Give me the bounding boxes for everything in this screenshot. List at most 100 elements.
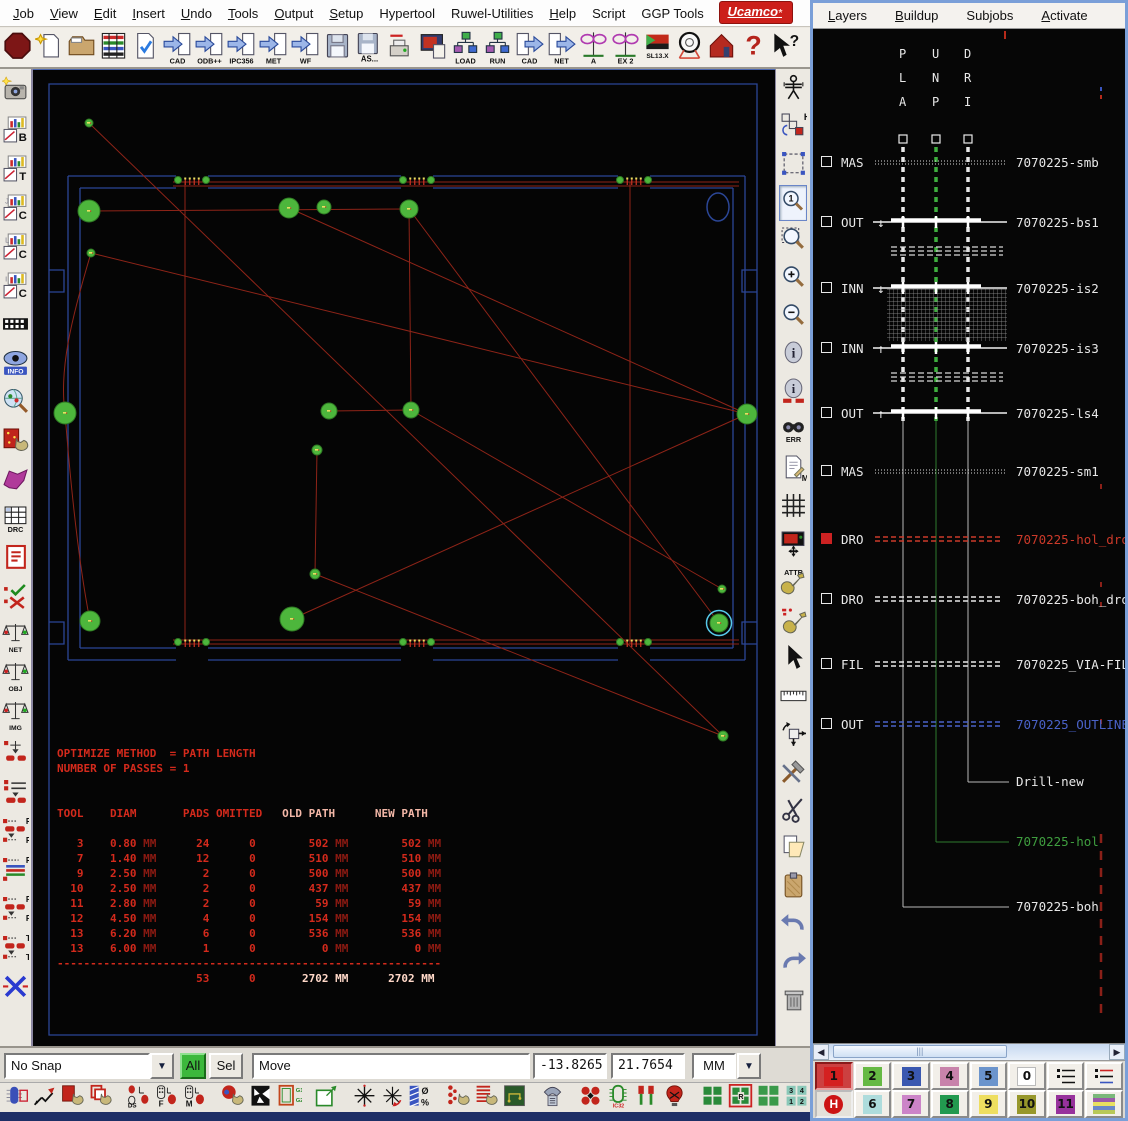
layer-checkbox[interactable] [821, 216, 832, 227]
fix-dots-icon[interactable] [445, 1083, 472, 1112]
layer-row-7070225-ls4[interactable]: OUT↑7070225-ls4 [813, 406, 1125, 422]
layer-name[interactable]: 7070225-sm1 [1016, 464, 1099, 479]
build-tools-icon[interactable] [779, 755, 807, 791]
attributes-edit-icon[interactable] [779, 603, 807, 639]
history-icon[interactable]: H [779, 109, 807, 145]
import-wf-icon[interactable]: WF [290, 30, 321, 66]
palette-color-10-button[interactable]: 10 [1008, 1090, 1046, 1118]
layer-checkbox[interactable] [821, 533, 832, 544]
sl13x-icon[interactable]: SL13.X [642, 30, 673, 66]
save-job-icon[interactable] [322, 30, 353, 66]
fix-red-2-icon[interactable] [87, 1083, 114, 1112]
check-job-icon[interactable] [130, 30, 161, 66]
scroll-track[interactable] [829, 1044, 1109, 1060]
import-odb-icon[interactable]: ODB++ [194, 30, 225, 66]
export-cad-icon[interactable]: CAD [514, 30, 545, 66]
cursor-y-field[interactable]: 21.7654 [611, 1053, 685, 1079]
board-g1g2-icon[interactable]: G1G2 [275, 1083, 302, 1112]
palette-color-2-button[interactable]: 2 [854, 1062, 892, 1090]
query-info-icon[interactable]: i [779, 337, 807, 373]
stop-job-icon[interactable] [2, 30, 33, 66]
layers-hscrollbar[interactable]: ◀ ▶ [813, 1043, 1125, 1060]
fix-red-1-icon[interactable] [59, 1083, 86, 1112]
import-met-icon[interactable]: MET [258, 30, 289, 66]
layer-checkbox[interactable] [821, 593, 832, 604]
layer-name[interactable]: 7070225-boh_dro [1016, 592, 1125, 607]
undo-icon[interactable] [779, 907, 807, 943]
palette-color-6-button[interactable]: 6 [854, 1090, 892, 1118]
layer-checkbox[interactable] [821, 156, 832, 167]
board-grid-icon[interactable] [501, 1083, 528, 1112]
layer-name[interactable]: 7070225_VIA-FIL [1016, 657, 1125, 672]
snapshot-camera-icon[interactable] [2, 73, 30, 109]
import-ipc356-icon[interactable]: IPC356 [226, 30, 257, 66]
route-r2-icon[interactable]: R [2, 853, 30, 889]
pads-m-icon[interactable]: M [181, 1083, 208, 1112]
scroll-right-button[interactable]: ▶ [1109, 1044, 1125, 1060]
context-help-icon[interactable]: ? [770, 30, 801, 66]
route-r1-icon[interactable]: RR [2, 814, 30, 850]
home-icon[interactable] [706, 30, 737, 66]
label-printer-icon[interactable] [386, 30, 417, 66]
drill-name-Drill-new[interactable]: Drill-new [1016, 774, 1084, 789]
import-cad-icon[interactable]: CAD [162, 30, 193, 66]
drc-check-icon[interactable]: DRC [2, 502, 30, 538]
palette-stripes-button[interactable] [1085, 1090, 1123, 1118]
screen-pan-icon[interactable] [779, 527, 807, 563]
command-field[interactable]: Move [252, 1053, 530, 1079]
menu-insert[interactable]: Insert [125, 3, 172, 24]
layer-row-7070225-is3[interactable]: INN↑7070225-is3 [813, 341, 1125, 357]
pads-ds-icon[interactable]: DS [125, 1083, 152, 1112]
menu-view[interactable]: View [43, 3, 85, 24]
cursor-x-field[interactable]: -13.8265 [533, 1053, 607, 1079]
panel-quad-icon[interactable] [699, 1083, 726, 1112]
layer-checkbox[interactable] [821, 465, 832, 476]
info-view-icon[interactable]: INFO [2, 346, 30, 382]
layers-menu-layers[interactable]: Layers [821, 5, 874, 26]
layer-checkbox[interactable] [821, 282, 832, 293]
query-select-icon[interactable]: i [779, 375, 807, 411]
histogram-t-icon[interactable]: T [2, 151, 30, 187]
layers-menu-subjobs[interactable]: Subjobs [959, 5, 1020, 26]
layer-row-7070225-sm1[interactable]: MAS7070225-sm1 [813, 464, 1125, 480]
unit-select[interactable]: MM [692, 1053, 736, 1079]
drill-bulb-icon[interactable] [661, 1083, 688, 1112]
layer-name[interactable]: 7070225_OUTLINE [1016, 717, 1125, 732]
zoom-in-icon[interactable] [779, 261, 807, 297]
menu-ruwel-utilities[interactable]: Ruwel-Utilities [444, 3, 540, 24]
panel-quad-2-icon[interactable] [755, 1083, 782, 1112]
repair-tool-icon[interactable] [2, 424, 30, 460]
grid-toggle-icon[interactable] [779, 489, 807, 525]
open-job-icon[interactable] [66, 30, 97, 66]
layer-checkbox[interactable] [821, 342, 832, 353]
compare-img-icon[interactable]: IMG [2, 697, 30, 733]
pointer-select-icon[interactable] [779, 641, 807, 677]
layer-checkbox[interactable] [821, 658, 832, 669]
copy-object-icon[interactable] [779, 831, 807, 867]
layer-row-7070225-hol_dro[interactable]: DRO7070225-hol_dro [813, 532, 1125, 548]
transform-object-icon[interactable] [779, 717, 807, 753]
zoom-window-icon[interactable] [779, 223, 807, 259]
plot-a-icon[interactable]: A [578, 30, 609, 66]
export-net-icon[interactable]: NET [546, 30, 577, 66]
histogram-b-icon[interactable]: B [2, 112, 30, 148]
verify-marks-icon[interactable] [2, 580, 30, 616]
palette-color-4-button[interactable]: 4 [931, 1062, 969, 1090]
compare-net-icon[interactable]: NET [2, 619, 30, 655]
route-t-icon[interactable]: TT [2, 931, 30, 967]
copper-area-icon[interactable] [2, 463, 30, 499]
histogram-ic-icon[interactable]: IC [2, 268, 30, 304]
layers-list[interactable]: PLAUNPDRIMAS7070225-smbOUT↓7070225-bs1IN… [813, 29, 1125, 1043]
inspect-globe-icon[interactable] [2, 385, 30, 421]
unit-dropdown-arrow[interactable]: ▼ [737, 1053, 761, 1079]
load-script-icon[interactable]: LOAD [450, 30, 481, 66]
histogram-jc-icon[interactable]: JC [2, 190, 30, 226]
plot-ex2-icon[interactable]: EX 2 [610, 30, 641, 66]
layer-name[interactable]: 7070225-hol_dro [1016, 532, 1125, 547]
hatch-percent-icon[interactable]: Ø% [407, 1083, 434, 1112]
delete-object-icon[interactable] [779, 983, 807, 1019]
frame-expand-icon[interactable] [313, 1083, 340, 1112]
pad-align-icon[interactable] [2, 736, 30, 772]
layer-checkbox[interactable] [821, 718, 832, 729]
compare-obj-icon[interactable]: OBJ [2, 658, 30, 694]
